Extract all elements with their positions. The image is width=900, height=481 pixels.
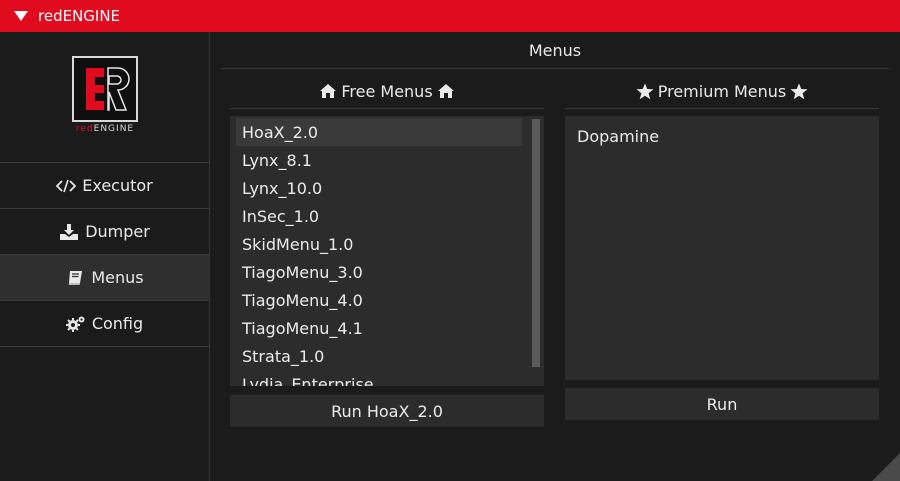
sidebar-item-label: Config	[91, 314, 144, 333]
premium-menus-title: Premium Menus	[657, 81, 787, 101]
gears-icon	[65, 315, 86, 333]
sidebar-item-dumper[interactable]: Dumper	[0, 208, 209, 254]
list-item[interactable]: Lydia_Enterprise	[236, 370, 522, 387]
run-free-menu-button[interactable]: Run HoaX_2.0	[230, 395, 544, 427]
free-menus-title: Free Menus	[341, 81, 433, 101]
list-item[interactable]: TiagoMenu_3.0	[236, 258, 522, 286]
free-menus-items: HoaX_2.0 Lynx_8.1 Lynx_10.0 InSec_1.0 Sk…	[236, 118, 522, 386]
sidebar-item-executor[interactable]: Executor	[0, 162, 209, 208]
free-menus-list[interactable]: HoaX_2.0 Lynx_8.1 Lynx_10.0 InSec_1.0 Sk…	[230, 116, 544, 386]
premium-menus-list[interactable]: Dopamine	[565, 116, 879, 380]
star-icon	[790, 82, 808, 100]
list-item[interactable]: Strata_1.0	[236, 342, 522, 370]
sidebar-nav: Executor Dumper Menus Config	[0, 162, 209, 347]
title-bar[interactable]: redENGINE	[0, 0, 900, 32]
main-panel: Menus Free Menus Premium Menus HoaX_2.0 …	[211, 32, 900, 481]
sidebar-item-config[interactable]: Config	[0, 300, 209, 347]
sidebar-item-label: Executor	[82, 176, 153, 195]
run-premium-menu-button[interactable]: Run	[565, 388, 879, 420]
code-icon	[56, 177, 77, 195]
window-title: redENGINE	[38, 7, 121, 25]
list-item[interactable]: Lynx_8.1	[236, 146, 522, 174]
free-menus-header: Free Menus	[230, 74, 544, 109]
list-item[interactable]: HoaX_2.0	[236, 118, 522, 146]
home-icon	[437, 82, 455, 100]
download-icon	[59, 223, 79, 241]
logo: redENGINE	[70, 56, 140, 140]
list-item[interactable]: Dopamine	[577, 122, 659, 150]
premium-menus-header: Premium Menus	[565, 74, 879, 109]
book-icon	[65, 269, 85, 287]
page-title: Menus	[221, 32, 889, 69]
list-item[interactable]: TiagoMenu_4.0	[236, 286, 522, 314]
sidebar-item-label: Dumper	[85, 222, 150, 241]
star-icon	[636, 82, 654, 100]
logo-emblem-icon	[72, 56, 138, 122]
resize-grip-icon[interactable]	[872, 453, 900, 481]
list-item[interactable]: SkidMenu_1.0	[236, 230, 522, 258]
list-scrollbar[interactable]	[532, 119, 540, 367]
sidebar: redENGINE Executor Dumper Menus Config	[0, 32, 210, 481]
collapse-triangle-icon[interactable]	[14, 11, 28, 21]
list-item[interactable]: Lynx_10.0	[236, 174, 522, 202]
sidebar-item-label: Menus	[91, 268, 144, 287]
sidebar-item-menus[interactable]: Menus	[0, 254, 209, 300]
home-icon	[319, 82, 337, 100]
list-item[interactable]: InSec_1.0	[236, 202, 522, 230]
logo-tagline: redENGINE	[75, 124, 135, 134]
list-item[interactable]: TiagoMenu_4.1	[236, 314, 522, 342]
